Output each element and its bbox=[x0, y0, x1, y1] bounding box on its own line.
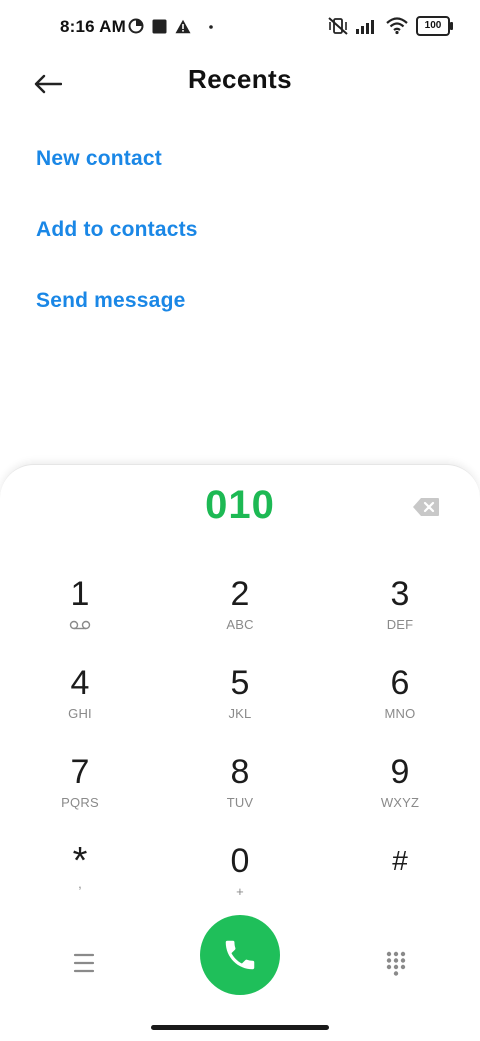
dialpad-toggle-button[interactable] bbox=[376, 943, 416, 983]
key-3[interactable]: 3 DEF bbox=[340, 575, 460, 653]
voicemail-icon bbox=[20, 617, 140, 634]
home-indicator[interactable] bbox=[151, 1025, 329, 1030]
key-0[interactable]: 0 + bbox=[180, 842, 300, 920]
key-hash[interactable]: # bbox=[340, 842, 460, 920]
key-digit: 9 bbox=[390, 753, 410, 791]
phone-icon bbox=[225, 940, 255, 970]
wifi-icon bbox=[386, 17, 408, 35]
key-digit: 7 bbox=[70, 753, 90, 791]
key-digit: 0 bbox=[230, 842, 250, 880]
action-list: New contact Add to contacts Send message bbox=[36, 140, 198, 353]
dialpad-icon bbox=[386, 951, 406, 976]
notification-icons bbox=[128, 18, 217, 34]
menu-button[interactable] bbox=[64, 943, 104, 983]
dialed-number: 010 bbox=[205, 483, 275, 527]
key-letters: GHI bbox=[68, 706, 92, 721]
key-digit: 2 bbox=[230, 575, 250, 613]
backspace-button[interactable] bbox=[412, 497, 444, 519]
backspace-icon bbox=[413, 498, 439, 516]
data-saver-icon bbox=[128, 18, 144, 34]
key-digit: 5 bbox=[230, 664, 250, 702]
key-letters: JKL bbox=[228, 706, 252, 721]
key-letters: MNO bbox=[384, 706, 416, 721]
key-digit: 3 bbox=[390, 575, 410, 613]
dialpad-bottom-bar bbox=[0, 915, 480, 1005]
menu-icon bbox=[73, 953, 95, 973]
key-letters: WXYZ bbox=[380, 795, 420, 810]
key-9[interactable]: 9 WXYZ bbox=[340, 753, 460, 831]
key-letters: + bbox=[236, 884, 244, 899]
warning-icon bbox=[175, 19, 191, 33]
key-4[interactable]: 4 GHI bbox=[20, 664, 140, 742]
key-star[interactable]: * , bbox=[20, 842, 140, 920]
key-letters: PQRS bbox=[61, 795, 99, 810]
system-icons: 100 bbox=[328, 16, 453, 36]
header: Recents bbox=[0, 56, 480, 112]
key-digit: 1 bbox=[70, 575, 90, 613]
key-6[interactable]: 6 MNO bbox=[340, 664, 460, 742]
status-bar: 8:16 AM 100 bbox=[0, 0, 480, 56]
key-digit: # bbox=[392, 845, 408, 876]
key-letters: , bbox=[78, 876, 82, 891]
key-8[interactable]: 8 TUV bbox=[180, 753, 300, 831]
page-title: Recents bbox=[188, 64, 292, 94]
key-digit: 6 bbox=[390, 664, 410, 702]
key-2[interactable]: 2 ABC bbox=[180, 575, 300, 653]
add-to-contacts-link[interactable]: Add to contacts bbox=[36, 211, 198, 282]
call-button[interactable] bbox=[200, 915, 280, 995]
new-contact-link[interactable]: New contact bbox=[36, 140, 198, 211]
vibrate-off-icon bbox=[328, 17, 348, 35]
key-digit: 8 bbox=[230, 753, 250, 791]
signal-icon bbox=[356, 20, 374, 34]
status-time: 8:16 AM bbox=[60, 17, 126, 36]
key-1[interactable]: 1 bbox=[20, 575, 140, 653]
more-notifications-dot-icon bbox=[209, 25, 213, 29]
battery-icon: 100 bbox=[416, 16, 453, 36]
battery-level: 100 bbox=[424, 20, 442, 31]
key-letters: DEF bbox=[386, 617, 414, 632]
key-5[interactable]: 5 JKL bbox=[180, 664, 300, 742]
key-letters: TUV bbox=[226, 795, 254, 810]
dialpad-panel: 010 1 2 ABC 3 DEF 4 GHI 5 JKL 6 MNO 7 PQ… bbox=[0, 464, 480, 1041]
key-digit: 4 bbox=[70, 664, 90, 702]
key-digit: * bbox=[72, 840, 88, 882]
key-7[interactable]: 7 PQRS bbox=[20, 753, 140, 831]
key-letters: ABC bbox=[226, 617, 254, 632]
stop-icon bbox=[152, 19, 167, 33]
send-message-link[interactable]: Send message bbox=[36, 282, 198, 353]
